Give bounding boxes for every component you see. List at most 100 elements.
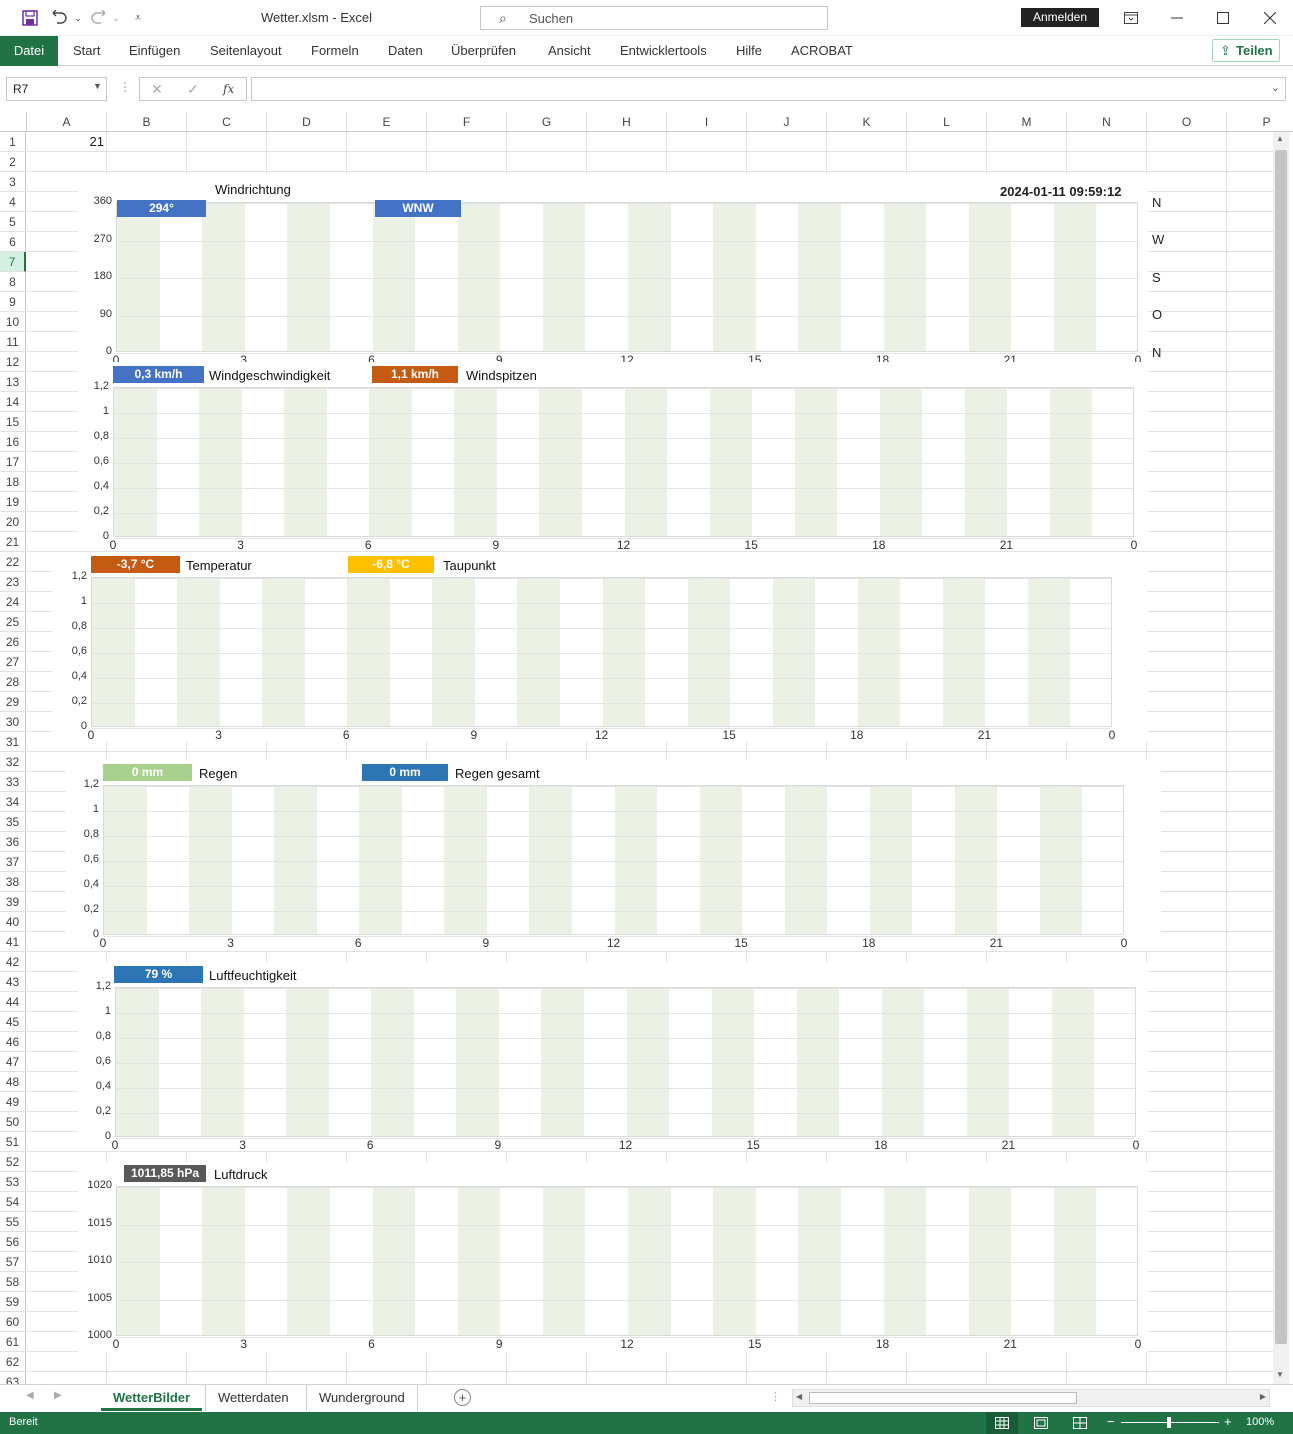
tab-ueberpruefen[interactable]: Überprüfen	[439, 36, 528, 66]
tab-daten[interactable]: Daten	[376, 36, 435, 66]
minimize-icon[interactable]	[1167, 8, 1187, 28]
row-header-14[interactable]: 14	[0, 392, 26, 412]
tab-acrobat[interactable]: ACROBAT	[779, 36, 865, 66]
normal-view-icon[interactable]	[986, 1412, 1018, 1434]
row-header-26[interactable]: 26	[0, 632, 26, 652]
tab-seitenlayout[interactable]: Seitenlayout	[198, 36, 294, 66]
scroll-left-icon[interactable]: ◀	[796, 1392, 802, 1401]
column-header-e[interactable]: E	[347, 112, 427, 132]
column-header-n[interactable]: N	[1067, 112, 1147, 132]
row-header-60[interactable]: 60	[0, 1312, 26, 1332]
sheet-tab-wetterbilder[interactable]: WetterBilder	[101, 1385, 203, 1411]
row-header-1[interactable]: 1	[0, 132, 26, 152]
close-icon[interactable]	[1260, 8, 1280, 28]
column-header-f[interactable]: F	[427, 112, 507, 132]
row-header-50[interactable]: 50	[0, 1112, 26, 1132]
row-header-12[interactable]: 12	[0, 352, 26, 372]
row-header-37[interactable]: 37	[0, 852, 26, 872]
row-header-15[interactable]: 15	[0, 412, 26, 432]
tab-split-handle-icon[interactable]: ⋮	[770, 1390, 781, 1403]
row-header-23[interactable]: 23	[0, 572, 26, 592]
tab-ansicht[interactable]: Ansicht	[536, 36, 603, 66]
row-header-22[interactable]: 22	[0, 552, 26, 572]
row-header-54[interactable]: 54	[0, 1192, 26, 1212]
row-header-24[interactable]: 24	[0, 592, 26, 612]
row-header-46[interactable]: 46	[0, 1032, 26, 1052]
column-header-g[interactable]: G	[507, 112, 587, 132]
row-header-3[interactable]: 3	[0, 172, 26, 192]
sheet-tab-wunderground[interactable]: Wunderground	[306, 1385, 418, 1411]
row-header-52[interactable]: 52	[0, 1152, 26, 1172]
confirm-icon[interactable]: ✓	[187, 81, 199, 98]
zoom-slider-thumb[interactable]	[1167, 1417, 1171, 1428]
column-header-m[interactable]: M	[987, 112, 1067, 132]
row-header-17[interactable]: 17	[0, 452, 26, 472]
plot-area[interactable]	[103, 785, 1124, 937]
row-header-36[interactable]: 36	[0, 832, 26, 852]
row-header-33[interactable]: 33	[0, 772, 26, 792]
undo-icon[interactable]	[50, 8, 70, 28]
undo-dropdown-icon[interactable]: ⌄	[68, 8, 88, 28]
page-layout-view-icon[interactable]	[1034, 1417, 1048, 1432]
tab-entwicklertools[interactable]: Entwicklertools	[608, 36, 719, 66]
row-header-61[interactable]: 61	[0, 1332, 26, 1352]
row-header-7[interactable]: 7	[0, 252, 26, 272]
worksheet-grid[interactable]: ABCDEFGHIJKLMNOP 1 2 3 4 5 6 7 8 9 10 11 12 13 14 15 16…	[0, 112, 1293, 1384]
tab-formeln[interactable]: Formeln	[299, 36, 371, 66]
column-header-a[interactable]: A	[27, 112, 107, 132]
vertical-scrollbar[interactable]: ▲ ▼	[1273, 132, 1289, 1384]
column-header-d[interactable]: D	[267, 112, 347, 132]
row-header-56[interactable]: 56	[0, 1232, 26, 1252]
vertical-scroll-thumb[interactable]	[1275, 150, 1287, 1344]
row-header-57[interactable]: 57	[0, 1252, 26, 1272]
row-header-16[interactable]: 16	[0, 432, 26, 452]
row-header-32[interactable]: 32	[0, 752, 26, 772]
plot-area[interactable]	[115, 987, 1136, 1139]
insert-function-icon[interactable]: fx	[223, 82, 234, 96]
row-header-51[interactable]: 51	[0, 1132, 26, 1152]
row-header-48[interactable]: 48	[0, 1072, 26, 1092]
row-header-38[interactable]: 38	[0, 872, 26, 892]
row-header-35[interactable]: 35	[0, 812, 26, 832]
scroll-down-icon[interactable]: ▼	[1276, 1370, 1284, 1379]
plot-area[interactable]	[116, 202, 1138, 354]
row-header-27[interactable]: 27	[0, 652, 26, 672]
row-header-18[interactable]: 18	[0, 472, 26, 492]
row-header-20[interactable]: 20	[0, 512, 26, 532]
cancel-icon[interactable]: ✕	[151, 81, 163, 98]
signin-button[interactable]: Anmelden	[1021, 8, 1099, 27]
row-header-53[interactable]: 53	[0, 1172, 26, 1192]
row-header-5[interactable]: 5	[0, 212, 26, 232]
redo-dropdown-icon[interactable]: ⌄	[106, 8, 126, 28]
plot-area[interactable]	[113, 387, 1134, 539]
column-header-l[interactable]: L	[907, 112, 987, 132]
column-header-b[interactable]: B	[107, 112, 187, 132]
row-header-59[interactable]: 59	[0, 1292, 26, 1312]
prev-sheet-icon[interactable]: ◀	[26, 1390, 34, 1401]
row-header-29[interactable]: 29	[0, 692, 26, 712]
save-icon[interactable]	[20, 8, 40, 28]
column-header-i[interactable]: I	[667, 112, 747, 132]
search-box[interactable]: ⌕ Suchen	[480, 6, 828, 30]
redo-icon[interactable]	[88, 8, 108, 28]
plot-area[interactable]	[116, 1186, 1138, 1338]
plot-area[interactable]	[91, 577, 1112, 729]
horizontal-scroll-thumb[interactable]	[809, 1392, 1077, 1404]
zoom-level[interactable]: 100%	[1246, 1416, 1274, 1428]
row-header-34[interactable]: 34	[0, 792, 26, 812]
row-header-2[interactable]: 2	[0, 152, 26, 172]
row-header-9[interactable]: 9	[0, 292, 26, 312]
ribbon-display-options-icon[interactable]	[1121, 8, 1141, 28]
row-header-47[interactable]: 47	[0, 1052, 26, 1072]
sheet-tab-wetterdaten[interactable]: Wetterdaten	[205, 1385, 301, 1411]
column-header-k[interactable]: K	[827, 112, 907, 132]
maximize-icon[interactable]	[1213, 8, 1233, 28]
next-sheet-icon[interactable]: ▶	[54, 1390, 62, 1401]
horizontal-scrollbar[interactable]: ◀ ▶	[792, 1389, 1270, 1407]
row-header-6[interactable]: 6	[0, 232, 26, 252]
column-header-p[interactable]: P	[1227, 112, 1293, 132]
row-header-42[interactable]: 42	[0, 952, 26, 972]
zoom-out-icon[interactable]: −	[1107, 1414, 1115, 1429]
row-header-49[interactable]: 49	[0, 1092, 26, 1112]
row-header-31[interactable]: 31	[0, 732, 26, 752]
